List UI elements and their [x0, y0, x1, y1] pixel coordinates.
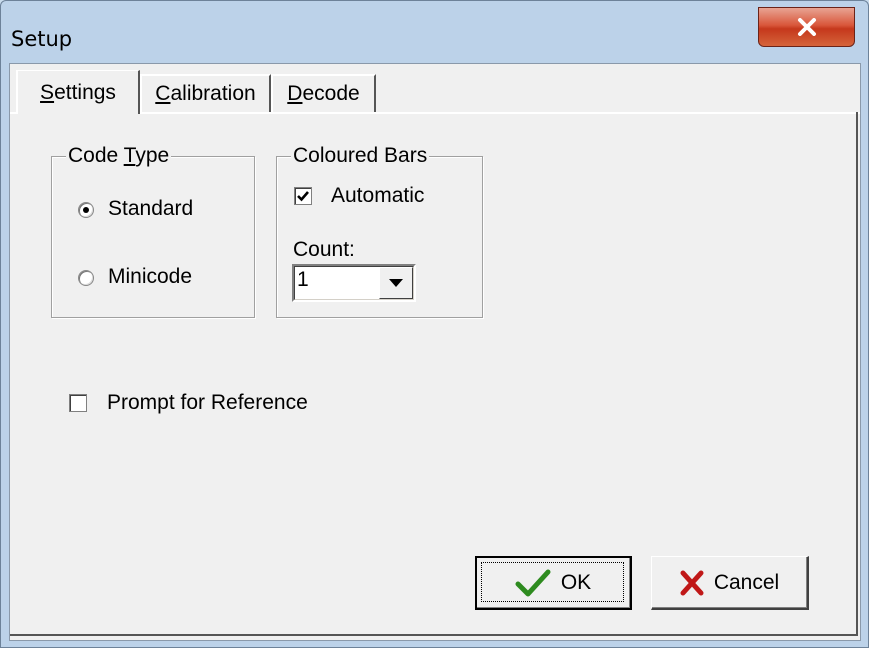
- tab-settings-mnemonic: S: [40, 80, 55, 104]
- tab-calibration-rest: alibration: [170, 82, 256, 105]
- cancel-button-label: Cancel: [713, 570, 780, 594]
- checkmark-icon: [515, 569, 551, 596]
- radio-minicode[interactable]: [78, 270, 94, 286]
- check-icon: [297, 191, 309, 202]
- automatic-label[interactable]: Automatic: [331, 184, 424, 208]
- radio-selected-dot: [83, 207, 89, 213]
- ok-button-label: OK: [560, 570, 592, 594]
- close-icon: [797, 18, 816, 36]
- ok-button[interactable]: OK: [475, 556, 632, 610]
- tab-calibration[interactable]: Calibration: [140, 74, 271, 112]
- tab-calibration-mnemonic: C: [155, 82, 171, 105]
- close-button[interactable]: [758, 7, 855, 47]
- prompt-reference-checkbox[interactable]: [69, 394, 87, 412]
- tab-settings[interactable]: Settings: [16, 70, 140, 114]
- tab-decode[interactable]: Decode: [271, 74, 376, 112]
- red-x-icon: [680, 570, 704, 595]
- prompt-reference-label[interactable]: Prompt for Reference: [107, 391, 308, 415]
- tab-calibration-label: Calibration: [155, 82, 255, 106]
- tab-decode-mnemonic: D: [287, 82, 303, 105]
- dropdown-arrow-icon: [389, 279, 403, 287]
- code-type-legend-mnemonic: T: [123, 144, 136, 167]
- focus-rectangle: [481, 562, 624, 602]
- coloured-bars-legend: Coloured Bars: [291, 144, 430, 168]
- tab-settings-label: Settings: [40, 81, 116, 105]
- settings-tab-panel: Code Type Standard Minicode Coloured Bar…: [10, 112, 858, 636]
- code-type-legend-pre: Code: [68, 144, 124, 167]
- setup-dialog: Setup Settings Calibration Decode Code T…: [0, 0, 869, 648]
- tab-decode-rest: ecode: [302, 82, 360, 105]
- code-type-group: Code Type Standard Minicode: [51, 144, 255, 318]
- count-select[interactable]: 1: [292, 264, 416, 302]
- count-label: Count:: [293, 238, 355, 261]
- radio-standard-label[interactable]: Standard: [108, 197, 193, 221]
- automatic-checkbox[interactable]: [294, 187, 312, 205]
- tab-decode-label: Decode: [287, 82, 359, 106]
- code-type-legend: Code Type: [66, 144, 172, 168]
- radio-minicode-label[interactable]: Minicode: [108, 265, 192, 289]
- code-type-legend-post: ype: [135, 144, 170, 167]
- count-select-value: 1: [297, 268, 309, 291]
- coloured-bars-group: Coloured Bars Automatic Count: 1: [276, 144, 483, 318]
- window-title: Setup: [11, 27, 73, 51]
- cancel-button[interactable]: Cancel: [651, 556, 809, 610]
- count-select-dropdown-button[interactable]: [379, 267, 413, 299]
- tab-settings-rest: ettings: [54, 80, 116, 104]
- radio-standard[interactable]: [78, 202, 94, 218]
- dialog-client-area: Settings Calibration Decode Code Type St…: [9, 63, 861, 641]
